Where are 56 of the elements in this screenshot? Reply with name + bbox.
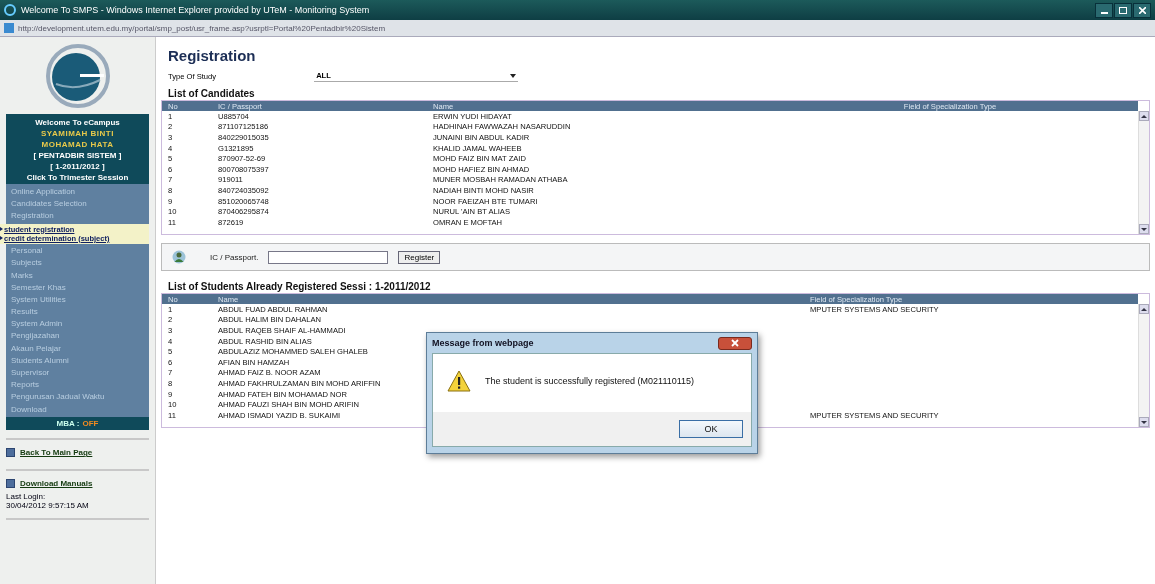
last-login-label: Last Login:: [6, 492, 47, 502]
dialog-message: The student is successfully registered (M021110115): [485, 376, 695, 386]
menu-item[interactable]: Pengurusan Jadual Waktu: [6, 390, 149, 403]
menu-item[interactable]: System Admin: [6, 317, 149, 330]
window-title: Welcome To SMPS - Windows Internet Explorer provided by UTeM - Monitoring System: [21, 5, 371, 15]
menu-item[interactable]: Subjects: [6, 256, 149, 269]
address-text[interactable]: http://development.utem.edu.my/portal/smp_post/usr_frame.asp?usrptl=Portal%20Pentadbir%20Sistem: [18, 23, 386, 33]
menu-item[interactable]: Akaun Pelajar: [6, 342, 149, 355]
page-icon: [6, 479, 15, 489]
session-link[interactable]: Click To Trimester Session: [26, 173, 129, 182]
menu-item[interactable]: Results: [6, 305, 149, 318]
user-name: MOHAMAD HATA: [41, 140, 114, 149]
menu-item[interactable]: Reports: [6, 378, 149, 391]
field-label: IC / Passport.: [210, 252, 259, 262]
minimize-button[interactable]: [1095, 2, 1113, 18]
table-title: List of Students Already Registered Sessi : 1-2011/2012: [167, 281, 432, 293]
status-label: MBA :: [56, 419, 80, 429]
page-heading: Registration: [168, 47, 257, 64]
menu-item[interactable]: Marks: [6, 268, 149, 282]
menu-item[interactable]: Registration: [6, 209, 149, 222]
warning-icon: [447, 370, 471, 392]
user-role: [ PENTADBIR SISTEM ]: [33, 151, 122, 160]
session-text: [ 1-2011/2012 ]: [50, 162, 105, 171]
close-icon: [731, 339, 739, 347]
user-icon: [172, 250, 186, 264]
maximize-icon: [1119, 6, 1127, 14]
welcome-text: Welcome To eCampus: [35, 118, 120, 127]
ok-button[interactable]: OK: [679, 420, 743, 438]
page-icon: [4, 23, 14, 33]
close-button[interactable]: [718, 336, 752, 350]
close-icon: [1138, 6, 1146, 14]
back-link[interactable]: Back To Main Page: [20, 448, 93, 458]
close-button[interactable]: [1133, 2, 1151, 18]
table-title: List of Candidates: [167, 88, 256, 100]
university-logo: [45, 43, 110, 108]
menu-item[interactable]: Supervisor: [6, 366, 149, 379]
menu-item[interactable]: Candidates Selection: [6, 197, 149, 210]
register-button[interactable]: Register: [398, 250, 441, 264]
menu-item[interactable]: Pengijazahan: [6, 329, 149, 343]
menu-item[interactable]: Semester Khas: [6, 281, 149, 294]
menu-item[interactable]: System Utilities: [6, 293, 149, 306]
last-login-time: 30/04/2012 9:57:15 AM: [6, 501, 90, 511]
scrollbar[interactable]: [1138, 304, 1149, 427]
menu-item[interactable]: Download: [6, 403, 149, 416]
browser-icon: [4, 4, 16, 16]
dialog-title: Message from webpage: [432, 338, 534, 348]
maximize-button[interactable]: [1114, 2, 1132, 18]
menu-item[interactable]: Students Alumni: [6, 354, 149, 367]
status-value: OFF: [82, 419, 99, 429]
manuals-link[interactable]: Download Manuals: [20, 479, 93, 489]
page-icon: [6, 448, 15, 458]
menu-item[interactable]: Online Application: [6, 185, 149, 198]
menu-item[interactable]: Personal: [6, 244, 149, 257]
user-name: SYAMIMAH BINTI: [41, 129, 114, 138]
ic-input[interactable]: [268, 250, 389, 264]
scrollbar[interactable]: [1138, 111, 1149, 234]
